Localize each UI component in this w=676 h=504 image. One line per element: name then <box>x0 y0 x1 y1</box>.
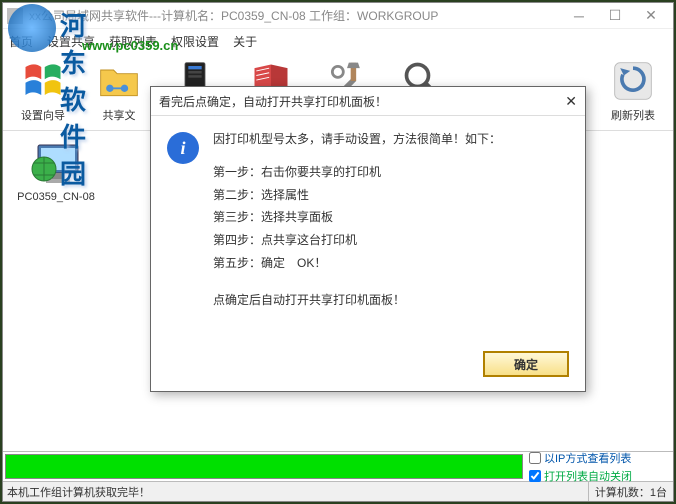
menu-share-settings[interactable]: 设置共享 <box>47 33 95 50</box>
menu-permissions[interactable]: 权限设置 <box>171 33 219 50</box>
menu-about[interactable]: 关于 <box>233 33 257 50</box>
maximize-button[interactable]: ☐ <box>597 5 633 27</box>
dialog-step-4: 第四步：点共享这台打印机 <box>213 229 501 252</box>
menu-get-list[interactable]: 获取列表 <box>109 33 157 50</box>
statusbar: 本机工作组计算机获取完毕！ 计算机数：1台 <box>3 481 673 501</box>
dialog-titlebar: 看完后点确定，自动打开共享打印机面板！ ✕ <box>151 87 585 115</box>
refresh-icon <box>609 57 657 105</box>
dialog-step-1: 第一步：右击你要共享的打印机 <box>213 161 501 184</box>
tool-share-folder[interactable]: 共享文 <box>85 57 153 130</box>
tool-setup-wizard[interactable]: 设置向导 <box>9 57 77 130</box>
check-auto-close-box[interactable] <box>529 470 541 482</box>
dialog-step-3: 第三步：选择共享面板 <box>213 206 501 229</box>
dialog-tail: 点确定后自动打开共享打印机面板！ <box>213 289 501 312</box>
folder-icon <box>95 57 143 105</box>
close-button[interactable]: ✕ <box>633 5 669 27</box>
dialog-step-2: 第二步：选择属性 <box>213 184 501 207</box>
windows-logo-icon <box>19 57 67 105</box>
status-left: 本机工作组计算机获取完毕！ <box>3 484 588 500</box>
dialog-close-button[interactable]: ✕ <box>565 93 577 110</box>
info-dialog: 看完后点确定，自动打开共享打印机面板！ ✕ i 因打印机型号太多，请手动设置，方… <box>150 86 586 392</box>
computer-item[interactable]: PC0359_CN-08 <box>11 139 101 203</box>
menubar: 首页 设置共享 获取列表 权限设置 关于 <box>3 29 673 53</box>
computer-item-label: PC0359_CN-08 <box>17 191 95 203</box>
info-icon: i <box>167 132 199 164</box>
progress-bar <box>5 454 523 479</box>
app-icon <box>7 8 23 24</box>
check-ip-view-box[interactable] <box>529 452 541 464</box>
monitor-globe-icon <box>28 139 84 187</box>
dialog-lead: 因打印机型号太多，请手动设置，方法很简单！如下： <box>213 128 501 151</box>
menu-home[interactable]: 首页 <box>9 33 33 50</box>
tool-refresh-list[interactable]: 刷新列表 <box>599 57 667 130</box>
check-ip-view[interactable]: 以IP方式查看列表 <box>529 450 669 466</box>
dialog-title: 看完后点确定，自动打开共享打印机面板！ <box>159 93 387 110</box>
window-title: xx公司局域网共享软件---计算机名：PC0359_CN-08 工作组：WORK… <box>29 7 561 24</box>
dialog-text: 因打印机型号太多，请手动设置，方法很简单！如下： 第一步：右击你要共享的打印机 … <box>213 128 501 312</box>
status-right: 计算机数：1台 <box>588 482 673 501</box>
titlebar: xx公司局域网共享软件---计算机名：PC0359_CN-08 工作组：WORK… <box>3 3 673 29</box>
progress-fill <box>6 455 522 478</box>
dialog-ok-button[interactable]: 确定 <box>483 351 569 377</box>
minimize-button[interactable]: ─ <box>561 5 597 27</box>
bottom-panel: 以IP方式查看列表 打开列表自动关闭 本机工作组计算机获取完毕！ 计算机数：1台 <box>3 451 673 501</box>
dialog-step-5: 第五步：确定 OK！ <box>213 252 501 275</box>
